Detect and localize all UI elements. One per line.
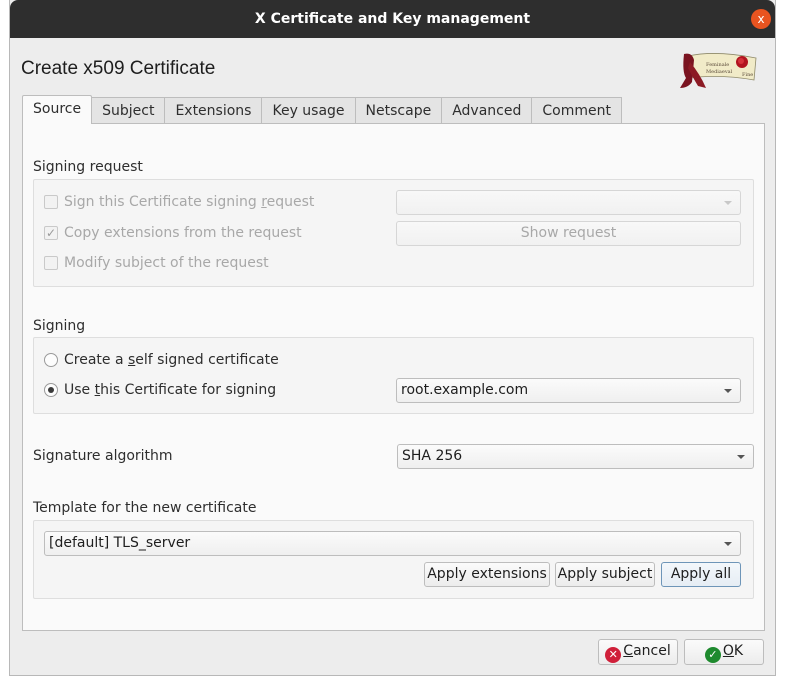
- signature-algorithm-value: SHA 256: [402, 448, 463, 464]
- apply-subject-button[interactable]: Apply subject: [555, 562, 655, 587]
- tab-subject[interactable]: Subject: [92, 97, 166, 124]
- radio-button-on: [44, 383, 58, 397]
- modify-subject-label: Modify subject of the request: [64, 255, 269, 271]
- tab-key-usage[interactable]: Key usage: [262, 97, 356, 124]
- use-cert-radio[interactable]: Use this Certificate for signing: [44, 382, 276, 398]
- tab-advanced[interactable]: Advanced: [442, 97, 533, 124]
- self-signed-label: Create a self signed certificate: [64, 352, 279, 368]
- signing-request-group: Sign this Certificate signing request ✓ …: [33, 179, 754, 287]
- source-tab-panel: Signing request Sign this Certificate si…: [22, 123, 765, 631]
- template-value: [default] TLS_server: [49, 535, 191, 551]
- cancel-label: ancel: [633, 643, 671, 659]
- chevron-down-icon: [724, 389, 732, 393]
- scroll-seal-logo-icon: Feminale Mediaeval Fine: [680, 53, 757, 88]
- checkbox-box: [44, 195, 58, 209]
- modify-subject-checkbox[interactable]: Modify subject of the request: [44, 255, 269, 271]
- signing-ca-value: root.example.com: [401, 382, 529, 398]
- request-select[interactable]: [396, 190, 741, 215]
- tab-comment[interactable]: Comment: [532, 97, 622, 124]
- ok-button[interactable]: ✓ OK: [684, 639, 764, 665]
- sign-csr-label: Sign this Certificate signing request: [64, 194, 315, 210]
- chevron-down-icon: [737, 455, 745, 459]
- signing-ca-select[interactable]: root.example.com: [396, 378, 741, 403]
- dialog-heading: Create x509 Certificate: [21, 58, 216, 79]
- signing-group: Create a self signed certificate Use thi…: [33, 337, 754, 414]
- tab-bar: Source Subject Extensions Key usage Nets…: [22, 95, 622, 124]
- show-request-button[interactable]: Show request: [396, 221, 741, 246]
- signature-algorithm-select[interactable]: SHA 256: [397, 444, 754, 469]
- copy-extensions-label: Copy extensions from the request: [64, 225, 302, 241]
- apply-all-button[interactable]: Apply all: [661, 562, 741, 587]
- use-cert-label: Use this Certificate for signing: [64, 382, 277, 398]
- cancel-mnemonic: C: [623, 643, 634, 659]
- apply-extensions-button[interactable]: Apply extensions: [424, 562, 550, 587]
- checkmark-icon: ✓: [44, 226, 58, 240]
- ok-check-icon: ✓: [704, 647, 721, 663]
- checkbox-box: [44, 256, 58, 270]
- template-select[interactable]: [default] TLS_server: [44, 531, 741, 556]
- self-signed-radio[interactable]: Create a self signed certificate: [44, 352, 279, 368]
- template-label: Template for the new certificate: [33, 500, 257, 516]
- svg-text:Fine: Fine: [742, 72, 753, 78]
- cancel-button[interactable]: ✕ Cancel: [598, 639, 678, 665]
- title-bar: X Certificate and Key management x: [10, 0, 775, 38]
- window-title: X Certificate and Key management: [254, 11, 531, 27]
- signing-label: Signing: [33, 318, 86, 334]
- close-button[interactable]: x: [751, 9, 771, 29]
- chevron-down-icon: [724, 201, 732, 205]
- svg-text:Feminale: Feminale: [706, 62, 729, 68]
- ok-mnemonic: O: [722, 643, 734, 659]
- signing-request-label: Signing request: [33, 159, 143, 175]
- tab-netscape[interactable]: Netscape: [355, 97, 443, 124]
- close-icon: x: [757, 12, 765, 26]
- svg-text:Mediaeval: Mediaeval: [706, 69, 733, 75]
- tab-source[interactable]: Source: [22, 95, 93, 124]
- tab-extensions[interactable]: Extensions: [165, 97, 263, 124]
- signature-algorithm-label: Signature algorithm: [33, 448, 173, 464]
- template-group: [default] TLS_server Apply extensions Ap…: [33, 520, 754, 599]
- chevron-down-icon: [724, 542, 732, 546]
- cancel-icon: ✕: [605, 647, 622, 663]
- ok-label: K: [733, 643, 744, 659]
- dialog-window: X Certificate and Key management x Creat…: [9, 0, 776, 676]
- copy-extensions-checkbox[interactable]: ✓ Copy extensions from the request: [44, 225, 302, 241]
- radio-button-off: [44, 353, 58, 367]
- sign-csr-checkbox[interactable]: Sign this Certificate signing request: [44, 194, 314, 210]
